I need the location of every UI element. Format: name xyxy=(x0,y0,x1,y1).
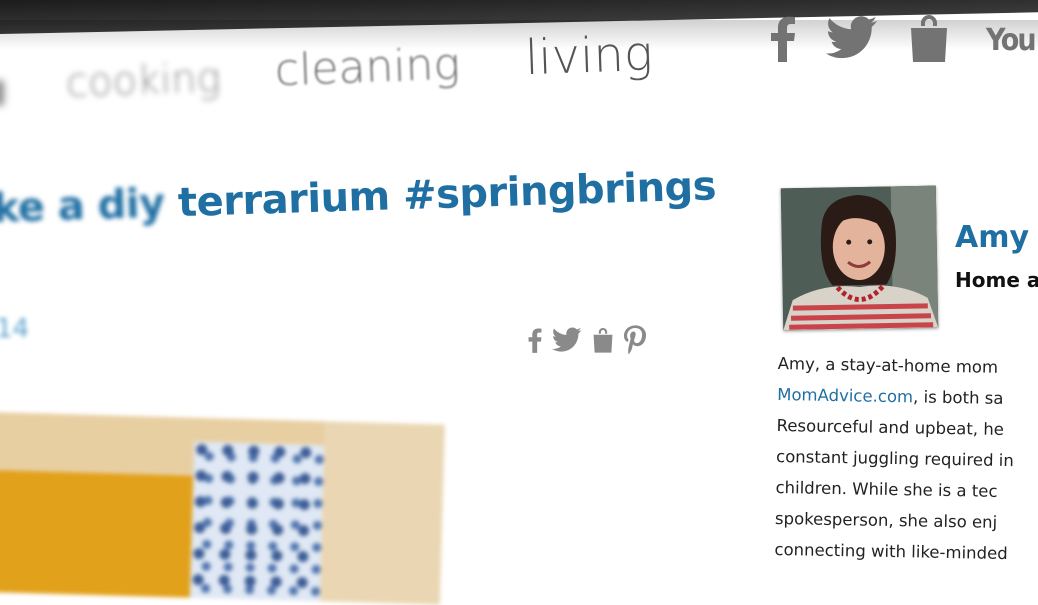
twitter-icon[interactable] xyxy=(551,327,582,357)
facebook-icon[interactable] xyxy=(528,326,542,358)
pinterest-icon[interactable] xyxy=(624,325,646,359)
image-yellow-block xyxy=(0,469,204,605)
facebook-icon[interactable] xyxy=(770,14,796,66)
twitter-icon[interactable] xyxy=(825,16,878,64)
nav-item-cleaning[interactable]: cleaning xyxy=(274,39,461,96)
nav-item-offscreen[interactable] xyxy=(0,80,4,106)
nav-item-living[interactable]: living xyxy=(524,26,654,86)
shopping-bag-icon[interactable] xyxy=(908,14,950,66)
nav-item-cooking[interactable]: cooking xyxy=(65,55,221,106)
social-links: You xyxy=(770,14,1037,66)
post-date: 14 xyxy=(0,314,30,344)
image-right-panel xyxy=(319,421,445,605)
bio-line: connecting with like-minded xyxy=(774,539,1008,564)
youtube-icon[interactable]: You xyxy=(986,23,1037,58)
author-role: Home a xyxy=(955,268,1038,292)
post-title[interactable]: ke a diy terrarium #springbrings xyxy=(0,163,717,232)
post-title-clear: terrarium #springbrings xyxy=(163,163,717,227)
author-name[interactable]: Amy xyxy=(955,220,1029,255)
momadvice-link[interactable]: MomAdvice.com xyxy=(777,385,913,406)
author-avatar xyxy=(780,185,939,331)
post-title-blurred: ke a diy xyxy=(0,180,166,232)
image-patterned-fabric xyxy=(189,441,325,605)
author-bio: Amy, a stay-at-home mom MomAdvice.com, i… xyxy=(774,348,1038,570)
share-icons xyxy=(528,325,646,359)
bio-line-text: , is both sa xyxy=(912,387,1004,408)
shopping-bag-icon[interactable] xyxy=(592,326,614,358)
